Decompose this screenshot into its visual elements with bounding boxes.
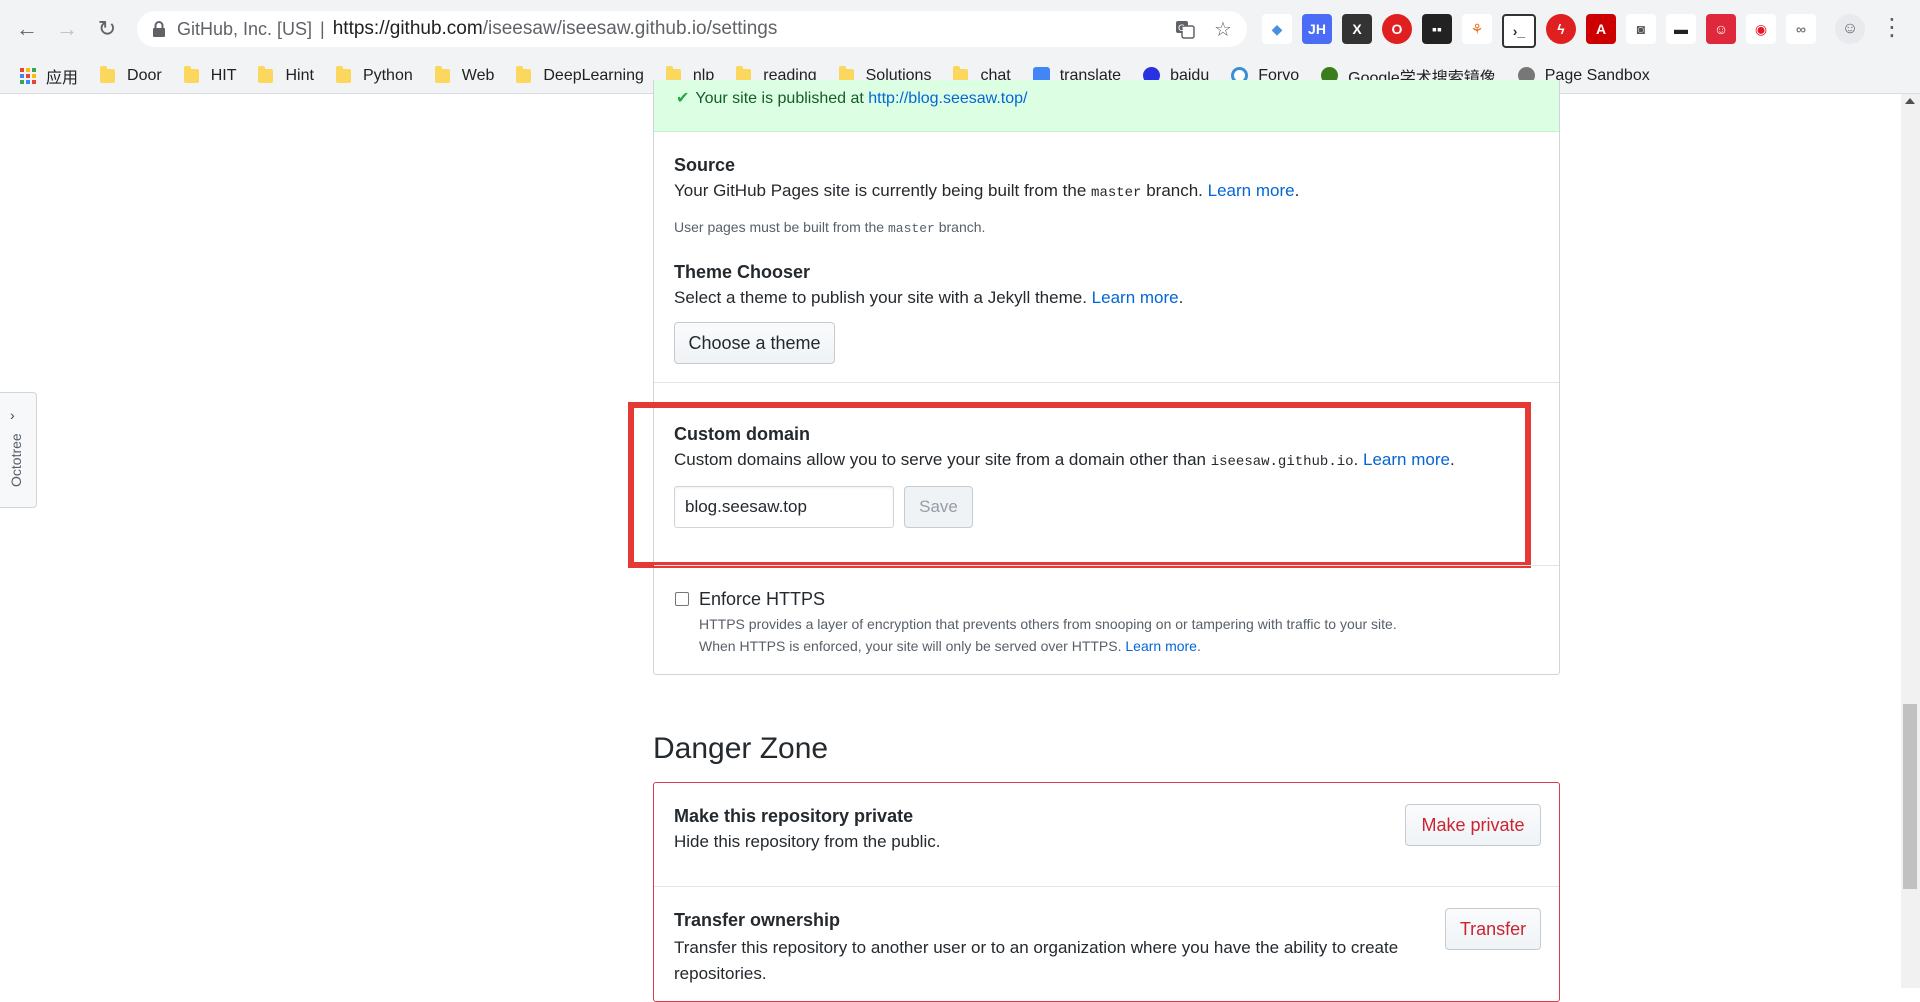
bookmark-label: 应用: [46, 69, 79, 87]
folder-icon: [258, 65, 274, 83]
extension-terminal-icon[interactable]: ›_: [1502, 14, 1536, 48]
folder-icon: [183, 65, 199, 83]
bookmark-5[interactable]: Web: [434, 65, 495, 85]
arrow-left-icon: ←: [16, 16, 38, 41]
reload-icon: ↻: [97, 16, 117, 41]
extension-jh-icon[interactable]: JH: [1302, 14, 1332, 44]
extension-pdf-icon[interactable]: A: [1586, 14, 1616, 44]
bookmark-6[interactable]: DeepLearning: [516, 65, 644, 85]
url-text[interactable]: https://github.com/iseesaw/iseesaw.githu…: [333, 18, 778, 40]
bookmark-label: Python: [362, 66, 413, 84]
star-icon[interactable]: ☆: [1211, 17, 1235, 41]
check-icon: ✔: [676, 90, 690, 107]
browser-menu-icon[interactable]: ⋮: [1880, 13, 1904, 42]
source-note: User pages must be built from the master…: [674, 219, 986, 236]
published-banner: ✔ Your site is published at http://blog.s…: [654, 80, 1559, 132]
enforce-https-title: Enforce HTTPS: [699, 589, 826, 609]
source-description: Your GitHub Pages site is currently bein…: [674, 181, 1300, 201]
published-url-link[interactable]: http://blog.seesaw.top/: [868, 90, 1027, 107]
forward-button[interactable]: →: [52, 14, 82, 44]
extension-mask-icon[interactable]: ▬: [1666, 14, 1696, 44]
bookmark-label: DeepLearning: [543, 66, 644, 84]
extension-lightning-icon[interactable]: ϟ: [1546, 14, 1576, 44]
folder-icon: [335, 65, 351, 83]
scroll-thumb[interactable]: [1903, 704, 1917, 889]
danger-divider: [654, 886, 1559, 887]
bookmark-label: Door: [127, 66, 162, 84]
transfer-description-line2: repositories.: [674, 964, 767, 983]
highlight-box: [628, 402, 1531, 568]
source-learn-more-link[interactable]: Learn more: [1208, 181, 1295, 200]
published-text: Your site is published at: [695, 90, 864, 107]
extensions-tray: ◆ JH X O ▪▪ ⚘ ›_ ϟ A ◙ ▬ ☺ ◉ ∞: [1262, 14, 1816, 48]
bookmark-label: HIT: [210, 66, 237, 84]
section-divider: [654, 565, 1559, 566]
extension-face-icon[interactable]: ☺: [1706, 14, 1736, 44]
bookmark-label: Web: [461, 66, 495, 84]
https-learn-more-link[interactable]: Learn more: [1125, 638, 1197, 654]
scroll-up-arrow-icon[interactable]: [1905, 98, 1915, 104]
source-title: Source: [674, 155, 736, 175]
bookmark-4[interactable]: Python: [335, 65, 413, 85]
theme-title: Theme Chooser: [674, 262, 811, 282]
bookmark-label: Page Sandbox: [1544, 66, 1650, 84]
page-scrollbar[interactable]: [1901, 94, 1920, 988]
bookmark-0[interactable]: 应用: [20, 64, 78, 88]
extension-x-icon[interactable]: X: [1342, 14, 1372, 44]
bookmark-label: Hint: [285, 66, 314, 84]
arrow-right-icon: →: [56, 16, 78, 41]
theme-learn-more-link[interactable]: Learn more: [1092, 288, 1179, 307]
octotree-tab[interactable]: › Octotree: [0, 392, 37, 508]
folder-icon: [434, 65, 450, 83]
make-private-button[interactable]: Make private: [1405, 804, 1541, 846]
source-branch: master: [1091, 185, 1142, 201]
choose-theme-button[interactable]: Choose a theme: [674, 322, 835, 364]
extension-bike-icon[interactable]: ∞: [1786, 14, 1816, 44]
theme-description: Select a theme to publish your site with…: [674, 288, 1184, 307]
url-separator: |: [320, 18, 325, 39]
site-identity: GitHub, Inc. [US]: [177, 18, 313, 39]
translate-page-icon[interactable]: G: [1173, 17, 1197, 41]
danger-zone-title: Danger Zone: [653, 732, 829, 765]
transfer-button[interactable]: Transfer: [1445, 908, 1541, 950]
make-private-description: Hide this repository from the public.: [674, 832, 941, 851]
back-button[interactable]: ←: [12, 14, 42, 44]
section-divider: [654, 382, 1559, 383]
bookmark-1[interactable]: Door: [100, 65, 162, 85]
profile-avatar-icon[interactable]: ☺: [1835, 14, 1865, 44]
make-private-title: Make this repository private: [674, 806, 914, 826]
reload-button[interactable]: ↻: [92, 14, 122, 44]
transfer-description-line1: Transfer this repository to another user…: [674, 938, 1399, 957]
extension-tampermonkey-icon[interactable]: ▪▪: [1422, 14, 1452, 44]
lock-icon: [153, 21, 165, 37]
svg-text:G: G: [1178, 24, 1185, 34]
chevron-right-icon: ›: [10, 407, 15, 423]
folder-icon: [516, 65, 532, 83]
extension-tree-icon[interactable]: ⚘: [1462, 14, 1492, 44]
octotree-label: Octotree: [8, 433, 24, 487]
browser-toolbar: ← → ↻ GitHub, Inc. [US] | https://github…: [0, 0, 1920, 59]
https-description-line2: When HTTPS is enforced, your site will o…: [699, 638, 1201, 654]
apps-icon: [20, 67, 36, 84]
enforce-https-checkbox[interactable]: [675, 592, 689, 606]
transfer-title: Transfer ownership: [674, 910, 841, 930]
bookmark-3[interactable]: Hint: [258, 65, 314, 85]
address-bar[interactable]: GitHub, Inc. [US] | https://github.com/i…: [137, 11, 1247, 47]
extension-camera-icon[interactable]: ◙: [1626, 14, 1656, 44]
extension-weibo-icon[interactable]: ◉: [1746, 14, 1776, 44]
bookmark-2[interactable]: HIT: [183, 65, 237, 85]
github-pages-box: [653, 80, 1560, 675]
https-description-line1: HTTPS provides a layer of encryption tha…: [699, 616, 1397, 632]
extension-diamond-icon[interactable]: ◆: [1262, 14, 1292, 44]
extension-opera-icon[interactable]: O: [1382, 14, 1412, 44]
folder-icon: [100, 65, 116, 83]
